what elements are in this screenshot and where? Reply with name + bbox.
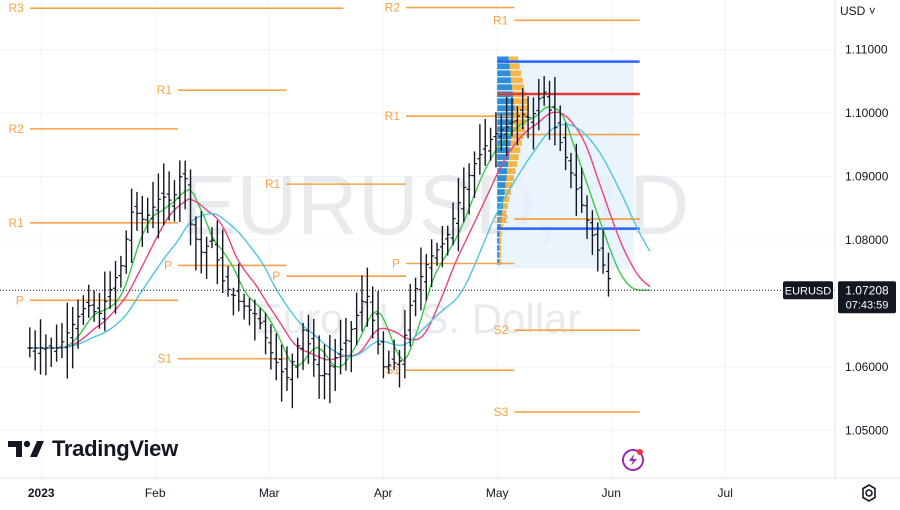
price-tick-label: 1.08000 bbox=[845, 233, 889, 247]
symbol-price-label: EURUSD bbox=[783, 281, 833, 300]
tradingview-logo[interactable]: TradingView bbox=[8, 436, 178, 462]
price-tick-label: 1.11000 bbox=[845, 43, 888, 57]
volume-profile-bar-down bbox=[509, 154, 519, 161]
pivot-label: P bbox=[392, 256, 400, 270]
volume-profile-bar-up bbox=[497, 245, 500, 251]
volume-profile-bar-up bbox=[497, 147, 510, 154]
pivot-label: R1 bbox=[493, 13, 509, 27]
time-tick-label: Feb bbox=[145, 486, 166, 500]
volume-profile-bar-up bbox=[497, 126, 513, 133]
pivot-label: P bbox=[16, 293, 24, 307]
price-tick-label: 1.10000 bbox=[845, 106, 889, 120]
volume-profile-bar-down bbox=[511, 77, 523, 84]
pivot-label: R1 bbox=[265, 177, 281, 191]
last-price-value: 1.07208 bbox=[845, 283, 889, 297]
notification-dot bbox=[637, 449, 643, 455]
volume-profile-bar-up bbox=[497, 98, 514, 105]
volume-profile-bar-down bbox=[509, 63, 520, 70]
volume-profile-bar-up bbox=[497, 252, 500, 258]
pivot-label: R1 bbox=[157, 83, 173, 97]
volume-profile-bar-up bbox=[497, 63, 510, 70]
symbol-label: EURUSD bbox=[785, 285, 832, 297]
time-tick-label: Jul bbox=[718, 486, 733, 500]
price-chart[interactable]: EURUSD, 1D Euro / U.S. Dollar R3R2R1PR1P… bbox=[0, 0, 900, 510]
volume-profile-bar-up bbox=[497, 189, 505, 195]
chevron-down-icon: ˅ bbox=[868, 4, 876, 18]
settings-gear-icon[interactable] bbox=[858, 482, 880, 504]
pivot-label: S2 bbox=[494, 323, 509, 337]
last-price-label: 1.07208 07:43:59 bbox=[838, 281, 896, 314]
pivot-label: R2 bbox=[385, 1, 401, 15]
time-tick-label: Jun bbox=[602, 486, 621, 500]
time-tick-label: Mar bbox=[259, 486, 280, 500]
volume-profile-bar-up bbox=[497, 231, 500, 237]
currency-label: USD bbox=[840, 4, 866, 18]
volume-profile-bar-down bbox=[499, 231, 502, 237]
volume-profile-bar-down bbox=[508, 161, 518, 168]
pivot-label: R1 bbox=[385, 109, 401, 123]
volume-profile-bar-down bbox=[499, 238, 502, 244]
pivot-label: P bbox=[272, 269, 280, 283]
pivot-label: R3 bbox=[8, 1, 24, 15]
tradingview-logo-text: TradingView bbox=[52, 436, 178, 461]
volume-profile-bar-up bbox=[497, 119, 514, 126]
volume-profile-bar-up bbox=[497, 238, 500, 244]
time-tick-label: Apr bbox=[374, 486, 393, 500]
pivot-label: S1 bbox=[157, 352, 172, 366]
pivot-label: S1 bbox=[385, 363, 400, 377]
pivot-label: R1 bbox=[8, 216, 24, 230]
volume-profile-bar-down bbox=[507, 168, 516, 174]
volume-profile-bar-up bbox=[497, 175, 507, 181]
price-tick-label: 1.05000 bbox=[845, 424, 889, 438]
pivot-label: S3 bbox=[494, 405, 509, 419]
bar-countdown: 07:43:59 bbox=[846, 299, 889, 311]
volume-profile-bar-down bbox=[513, 98, 528, 105]
pivot-label: P bbox=[164, 258, 172, 272]
price-tick-label: 1.06000 bbox=[845, 360, 889, 374]
pivot-label: R2 bbox=[8, 122, 24, 136]
time-tick-label: 2023 bbox=[28, 486, 55, 500]
volume-profile-bar-down bbox=[514, 112, 528, 119]
volume-profile-bar-down bbox=[506, 175, 515, 181]
tradingview-logo-icon bbox=[8, 440, 44, 457]
volume-profile-bar-up bbox=[497, 182, 506, 188]
volume-profile-bar-down bbox=[499, 252, 502, 258]
volume-profile-bar-down bbox=[499, 245, 502, 251]
volume-profile-bar-up bbox=[497, 70, 511, 77]
volume-profile-bar-up bbox=[497, 84, 513, 91]
volume-profile-bar-up bbox=[497, 77, 512, 84]
volume-profile-bar-down bbox=[503, 203, 508, 209]
time-tick-label: May bbox=[486, 486, 509, 500]
price-tick-label: 1.09000 bbox=[845, 170, 889, 184]
currency-selector[interactable]: USD ˅ bbox=[840, 4, 876, 18]
volume-profile-bar-down bbox=[510, 70, 522, 77]
